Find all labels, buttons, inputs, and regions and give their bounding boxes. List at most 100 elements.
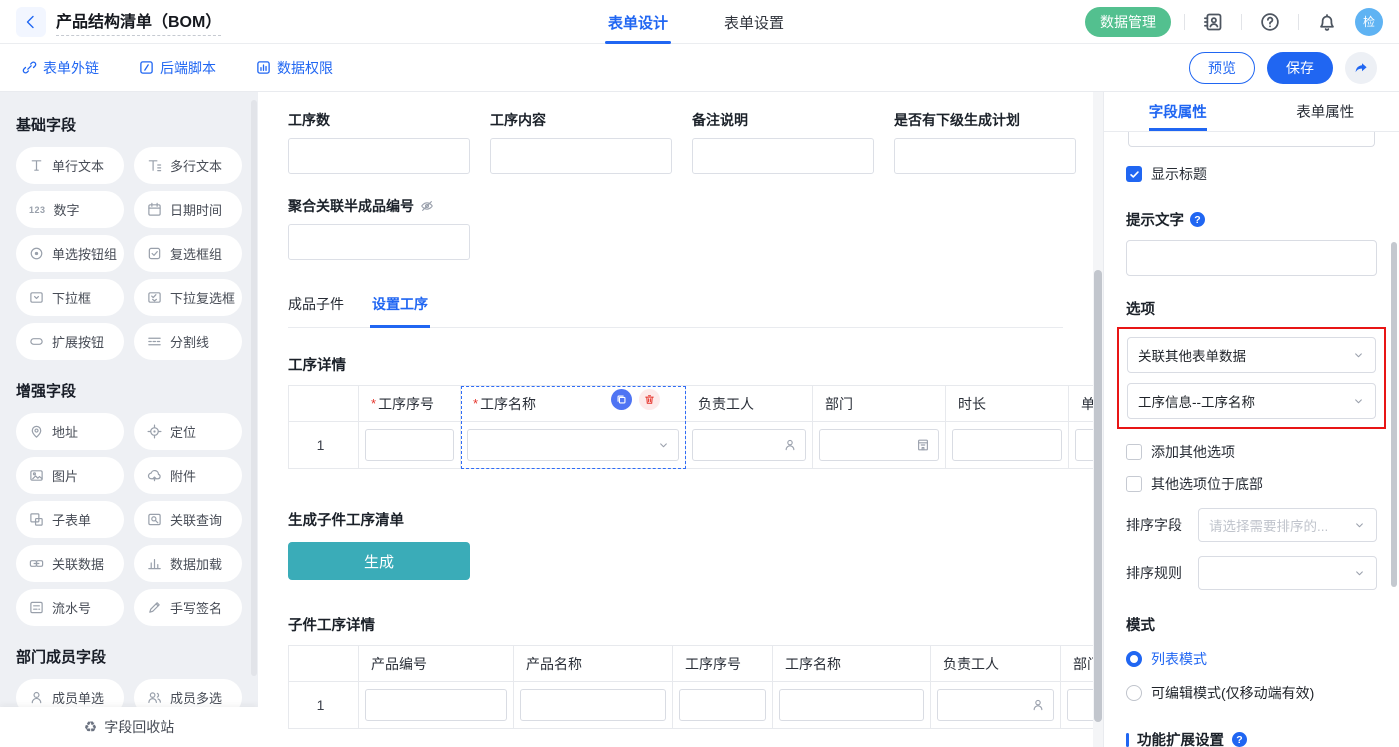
field-has-subplan[interactable]: 是否有下级生成计划 bbox=[894, 110, 1076, 174]
checkbox-unchecked-icon bbox=[1126, 476, 1142, 492]
data-permission-button[interactable]: 数据权限 bbox=[256, 58, 333, 78]
worker-picker-input[interactable] bbox=[692, 429, 806, 461]
field-remark[interactable]: 备注说明 bbox=[692, 110, 874, 174]
field-item-select[interactable]: 下拉框 bbox=[16, 279, 124, 316]
tab-setup-process[interactable]: 设置工序 bbox=[372, 294, 428, 327]
panel-scrollbar-thumb[interactable] bbox=[1391, 242, 1397, 587]
sub-worker-picker-input[interactable] bbox=[937, 689, 1054, 721]
backend-script-button[interactable]: 后端脚本 bbox=[139, 58, 216, 78]
field-item-image[interactable]: 图片 bbox=[16, 457, 124, 494]
field-item-checkbox-group[interactable]: 复选框组 bbox=[134, 235, 242, 272]
user-avatar[interactable]: 检 bbox=[1355, 8, 1383, 36]
tab-form-design[interactable]: 表单设计 bbox=[608, 0, 668, 44]
department-icon bbox=[916, 438, 930, 452]
field-row-1: 工序数 工序内容 备注说明 是否有下级生成计划 bbox=[288, 110, 1093, 174]
field-item-datetime[interactable]: 日期时间 bbox=[134, 191, 242, 228]
canvas-scrollbar-thumb[interactable] bbox=[1094, 270, 1102, 722]
notification-bell-icon[interactable] bbox=[1312, 7, 1342, 37]
process-seq-input[interactable] bbox=[365, 429, 454, 461]
field-palette-sidebar: 基础字段 单行文本 多行文本 123 数字 日期时间 bbox=[0, 92, 258, 747]
field-item-location[interactable]: 定位 bbox=[134, 413, 242, 450]
single-line-text-icon bbox=[29, 158, 44, 173]
mode-editable-radio[interactable]: 可编辑模式(仅移动端有效) bbox=[1126, 683, 1377, 703]
field-aggregated-semi-product-code[interactable]: 聚合关联半成品编号 bbox=[288, 196, 470, 260]
field-item-lookup[interactable]: 关联查询 bbox=[134, 501, 242, 538]
selected-column-actions bbox=[611, 389, 660, 410]
field-item-multi-select[interactable]: 下拉复选框 bbox=[134, 279, 242, 316]
property-panel: 字段属性 表单属性 显示标题 提示文字 ? 选项 bbox=[1103, 92, 1399, 747]
product-code-input[interactable] bbox=[365, 689, 507, 721]
help-circle-icon[interactable]: ? bbox=[1190, 212, 1205, 227]
tab-field-properties[interactable]: 字段属性 bbox=[1104, 92, 1252, 131]
tab-form-settings[interactable]: 表单设置 bbox=[724, 0, 784, 44]
delete-column-button[interactable] bbox=[639, 389, 660, 410]
forward-arrow-icon bbox=[1353, 60, 1369, 76]
share-button[interactable] bbox=[1345, 52, 1377, 84]
serial-number-icon bbox=[29, 600, 44, 615]
field-item-multi-line-text[interactable]: 多行文本 bbox=[134, 147, 242, 184]
duration-input[interactable] bbox=[952, 429, 1062, 461]
field-item-data-load[interactable]: 数据加载 bbox=[134, 545, 242, 582]
mode-list-radio[interactable]: 列表模式 bbox=[1126, 649, 1377, 669]
option-field-select[interactable]: 工序信息--工序名称 bbox=[1127, 383, 1376, 419]
chevron-down-icon bbox=[1352, 395, 1365, 408]
sub-process-name-input[interactable] bbox=[779, 689, 924, 721]
sort-field-select[interactable]: 请选择需要排序的... bbox=[1198, 508, 1377, 542]
data-load-icon bbox=[147, 556, 162, 571]
checkbox-unchecked-icon bbox=[1126, 444, 1142, 460]
canvas-scrollbar[interactable] bbox=[1093, 92, 1103, 747]
field-item-single-line-text[interactable]: 单行文本 bbox=[16, 147, 124, 184]
field-title-input-partial[interactable] bbox=[1128, 132, 1375, 147]
field-item-address[interactable]: 地址 bbox=[16, 413, 124, 450]
field-recycle-bin-button[interactable]: ♻ 字段回收站 bbox=[0, 707, 258, 747]
contacts-book-icon[interactable] bbox=[1198, 7, 1228, 37]
preview-button[interactable]: 预览 bbox=[1189, 52, 1255, 84]
sub-process-seq-input[interactable] bbox=[679, 689, 766, 721]
help-icon[interactable] bbox=[1255, 7, 1285, 37]
has-subplan-input[interactable] bbox=[894, 138, 1076, 174]
process-name-select[interactable] bbox=[467, 429, 679, 461]
row-number: 1 bbox=[289, 422, 359, 468]
hint-text-input[interactable] bbox=[1126, 240, 1377, 276]
add-other-option-checkbox[interactable]: 添加其他选项 bbox=[1126, 442, 1377, 462]
field-item-subform[interactable]: 子表单 bbox=[16, 501, 124, 538]
col-product-code: 产品编号 bbox=[359, 646, 514, 682]
remark-input[interactable] bbox=[692, 138, 874, 174]
field-item-signature[interactable]: 手写签名 bbox=[134, 589, 242, 626]
field-process-count[interactable]: 工序数 bbox=[288, 110, 470, 174]
field-item-extend-button[interactable]: 扩展按钮 bbox=[16, 323, 124, 360]
option-source-select[interactable]: 关联其他表单数据 bbox=[1127, 337, 1376, 373]
back-button[interactable] bbox=[16, 7, 46, 37]
field-item-serial-number[interactable]: 流水号 bbox=[16, 589, 124, 626]
field-item-attachment[interactable]: 附件 bbox=[134, 457, 242, 494]
copy-column-button[interactable] bbox=[611, 389, 632, 410]
product-name-input[interactable] bbox=[520, 689, 666, 721]
show-title-checkbox[interactable]: 显示标题 bbox=[1126, 164, 1377, 184]
field-item-number[interactable]: 123 数字 bbox=[16, 191, 124, 228]
tab-form-properties[interactable]: 表单属性 bbox=[1252, 92, 1399, 131]
external-link-button[interactable]: 表单外链 bbox=[22, 58, 99, 78]
generate-button[interactable]: 生成 bbox=[288, 542, 470, 580]
col-process-seq: *工序序号 bbox=[359, 386, 461, 422]
data-manage-button[interactable]: 数据管理 bbox=[1085, 7, 1171, 37]
form-title[interactable]: 产品结构清单（BOM） bbox=[56, 8, 221, 36]
field-process-content[interactable]: 工序内容 bbox=[490, 110, 672, 174]
sort-rule-label: 排序规则 bbox=[1126, 563, 1188, 583]
tab-product-parts[interactable]: 成品子件 bbox=[288, 294, 344, 327]
process-count-input[interactable] bbox=[288, 138, 470, 174]
process-content-input[interactable] bbox=[490, 138, 672, 174]
department-picker-input[interactable] bbox=[819, 429, 939, 461]
radio-selected-icon bbox=[1126, 651, 1142, 667]
field-item-radio-group[interactable]: 单选按钮组 bbox=[16, 235, 124, 272]
unit-price-input[interactable] bbox=[1075, 429, 1093, 461]
sort-rule-select[interactable] bbox=[1198, 556, 1377, 590]
save-button[interactable]: 保存 bbox=[1267, 52, 1333, 84]
help-circle-icon[interactable]: ? bbox=[1232, 732, 1247, 747]
number-icon: 123 bbox=[29, 205, 46, 215]
sidebar-scrollbar[interactable] bbox=[251, 100, 257, 676]
aggregated-code-input[interactable] bbox=[288, 224, 470, 260]
field-item-linked-data[interactable]: 关联数据 bbox=[16, 545, 124, 582]
sub-department-input[interactable] bbox=[1067, 689, 1093, 721]
field-item-divider[interactable]: 分割线 bbox=[134, 323, 242, 360]
other-option-bottom-checkbox[interactable]: 其他选项位于底部 bbox=[1126, 474, 1377, 494]
